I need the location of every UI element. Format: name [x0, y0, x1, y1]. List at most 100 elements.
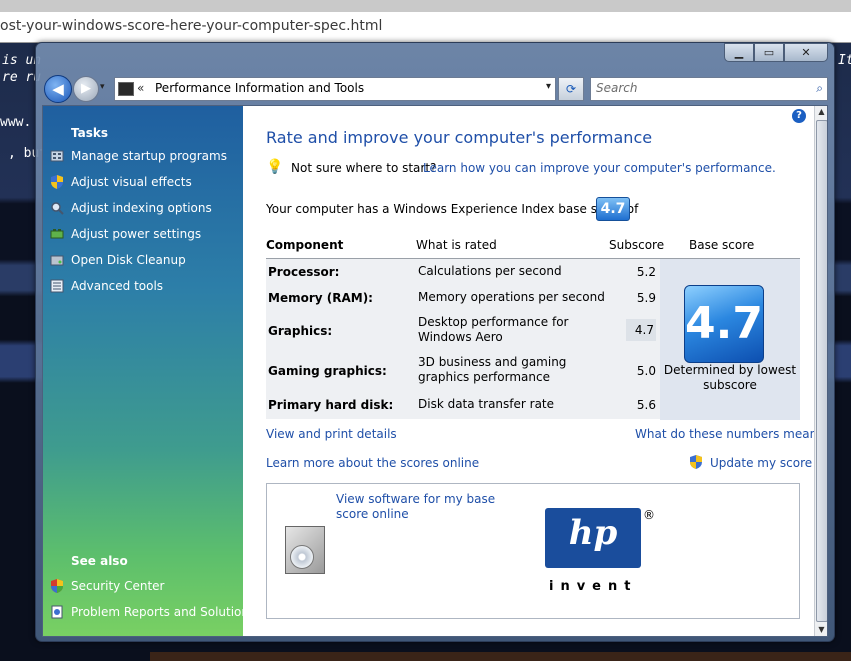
learn-more-scores-link[interactable]: Learn more about the scores online	[266, 456, 479, 470]
tip-text: Not sure where to start?	[291, 161, 437, 175]
hp-logo[interactable]: hp	[545, 508, 641, 568]
breadcrumb-chevron-icon[interactable]: «	[137, 81, 144, 95]
window-controls: ▁ ▭ ✕	[724, 43, 828, 62]
sidebar-item-security-center[interactable]: Security Center	[49, 577, 164, 595]
sidebar-item-label: Security Center	[71, 579, 165, 593]
sidebar-item-startup[interactable]: Manage startup programs	[49, 147, 227, 165]
table-row: Processor: Calculations per second 5.2	[266, 259, 660, 286]
content-area: Tasks Manage startup programs Adjust vis…	[42, 105, 828, 637]
software-box-icon	[285, 526, 325, 574]
sidebar-item-label: Advanced tools	[71, 279, 164, 293]
scrollbar-thumb[interactable]	[816, 120, 827, 622]
table-row: Gaming graphics: 3D business and gaming …	[266, 351, 660, 393]
browser-page-footer	[150, 652, 851, 661]
subscore-cell: 5.2	[636, 265, 656, 279]
sidebar-item-indexing[interactable]: Adjust indexing options	[49, 199, 212, 217]
base-score-caption: Determined by lowest subscore	[663, 363, 797, 392]
sidebar-item-label: Manage startup programs	[71, 149, 227, 163]
column-header-subscore: Subscore	[609, 238, 665, 252]
sidebar-item-label: Adjust power settings	[71, 227, 202, 241]
component-cell: Memory (RAM):	[268, 291, 373, 305]
sidebar-item-label: Open Disk Cleanup	[71, 253, 186, 267]
registered-mark: ®	[643, 508, 655, 522]
maximize-button[interactable]: ▭	[754, 43, 784, 62]
sidebar-item-visual-effects[interactable]: Adjust visual effects	[49, 173, 192, 191]
lightbulb-icon: 💡	[266, 159, 284, 175]
sidebar-item-advanced-tools[interactable]: Advanced tools	[49, 277, 163, 295]
what-cell: 3D business and gaming graphics performa…	[418, 355, 567, 384]
component-cell: Primary hard disk:	[268, 398, 394, 412]
component-cell: Processor:	[268, 265, 340, 279]
sidebar-item-power[interactable]: Adjust power settings	[49, 225, 201, 243]
base-score-panel: 4.7 Determined by lowest subscore	[660, 259, 800, 420]
problem-reports-icon	[49, 604, 65, 620]
indexing-icon	[49, 200, 65, 216]
what-cell: Disk data transfer rate	[418, 397, 555, 411]
search-placeholder: Search	[596, 81, 638, 95]
what-cell: Desktop performance for Windows Aero	[418, 315, 569, 344]
update-score-link[interactable]: Update my score	[710, 456, 812, 470]
navigation-toolbar: ◀ ▶ ▾ « Performance Information and Tool…	[44, 75, 828, 105]
see-also-heading: See also	[71, 554, 128, 568]
sidebar-item-disk-cleanup[interactable]: Open Disk Cleanup	[49, 251, 186, 269]
component-cell: Gaming graphics:	[268, 364, 387, 378]
column-header-what: What is rated	[416, 238, 497, 252]
sidebar-item-label: Adjust visual effects	[71, 175, 192, 189]
refresh-button[interactable]: ⟳	[558, 77, 584, 101]
subscore-cell: 5.0	[636, 364, 656, 378]
what-numbers-mean-link[interactable]: What do these numbers mean?	[635, 427, 824, 441]
task-pane: Tasks Manage startup programs Adjust vis…	[43, 106, 255, 636]
tasks-heading: Tasks	[71, 126, 109, 140]
search-input[interactable]: Search ⌕	[590, 77, 828, 101]
component-cell: Graphics:	[268, 324, 333, 338]
improve-performance-link[interactable]: Learn how you can improve your computer'…	[423, 161, 776, 175]
page-title: Rate and improve your computer's perform…	[266, 128, 653, 147]
security-center-icon	[49, 578, 65, 594]
what-cell: Calculations per second	[418, 264, 562, 278]
browser-address-bar[interactable]: ost-your-windows-score-here-your-compute…	[0, 12, 851, 43]
startup-icon	[49, 148, 65, 164]
browser-tabstrip	[0, 0, 851, 12]
scroll-up-arrow-icon[interactable]: ▲	[816, 106, 827, 118]
software-box: View software for my base score online h…	[266, 483, 800, 619]
subscore-cell: 5.9	[636, 291, 656, 305]
sidebar-item-label: Problem Reports and Solutions	[71, 605, 256, 619]
uac-shield-icon	[689, 454, 703, 473]
column-header-component: Component	[266, 238, 344, 252]
breadcrumb[interactable]: Performance Information and Tools	[155, 81, 364, 95]
wei-description: Your computer has a Windows Experience I…	[266, 202, 639, 216]
vertical-scrollbar[interactable]: ▲ ▼	[814, 106, 827, 636]
browser-url: ost-your-windows-score-here-your-compute…	[0, 18, 383, 34]
address-bar[interactable]: « Performance Information and Tools ▾	[114, 77, 556, 101]
control-panel-icon	[118, 82, 134, 96]
base-score-large-badge: 4.7	[684, 285, 764, 363]
power-icon	[49, 226, 65, 242]
recent-pages-dropdown[interactable]: ▾	[100, 82, 105, 92]
sidebar-item-label: Adjust indexing options	[71, 201, 212, 215]
hp-tagline: invent	[549, 579, 638, 594]
table-row: Graphics: Desktop performance for Window…	[266, 311, 660, 352]
minimize-button[interactable]: ▁	[724, 43, 754, 62]
page-fragment: www.	[0, 115, 32, 130]
address-dropdown-icon[interactable]: ▾	[546, 81, 551, 92]
help-icon[interactable]: ?	[792, 109, 806, 123]
score-table: Component What is rated Subscore Base sc…	[266, 228, 800, 420]
performance-window: ▁ ▭ ✕ ◀ ▶ ▾ « Performance Information an…	[35, 42, 835, 642]
search-icon[interactable]: ⌕	[816, 81, 823, 96]
view-software-link[interactable]: View software for my base score online	[336, 492, 516, 522]
page-fragment: It	[838, 53, 851, 68]
disk-cleanup-icon	[49, 252, 65, 268]
back-button[interactable]: ◀	[44, 75, 72, 103]
forward-button[interactable]: ▶	[73, 76, 99, 102]
what-cell: Memory operations per second	[418, 290, 605, 304]
hp-logo-text: hp	[568, 513, 618, 553]
scroll-down-arrow-icon[interactable]: ▼	[816, 624, 827, 636]
tools-icon	[49, 278, 65, 294]
base-score-badge: 4.7	[596, 197, 630, 221]
main-pane: ? Rate and improve your computer's perfo…	[243, 106, 824, 636]
sidebar-item-problem-reports[interactable]: Problem Reports and Solutions	[49, 603, 255, 621]
close-button[interactable]: ✕	[784, 43, 828, 62]
table-row: Primary hard disk: Disk data transfer ra…	[266, 392, 660, 420]
column-header-base: Base score	[689, 238, 755, 252]
view-print-details-link[interactable]: View and print details	[266, 427, 397, 441]
